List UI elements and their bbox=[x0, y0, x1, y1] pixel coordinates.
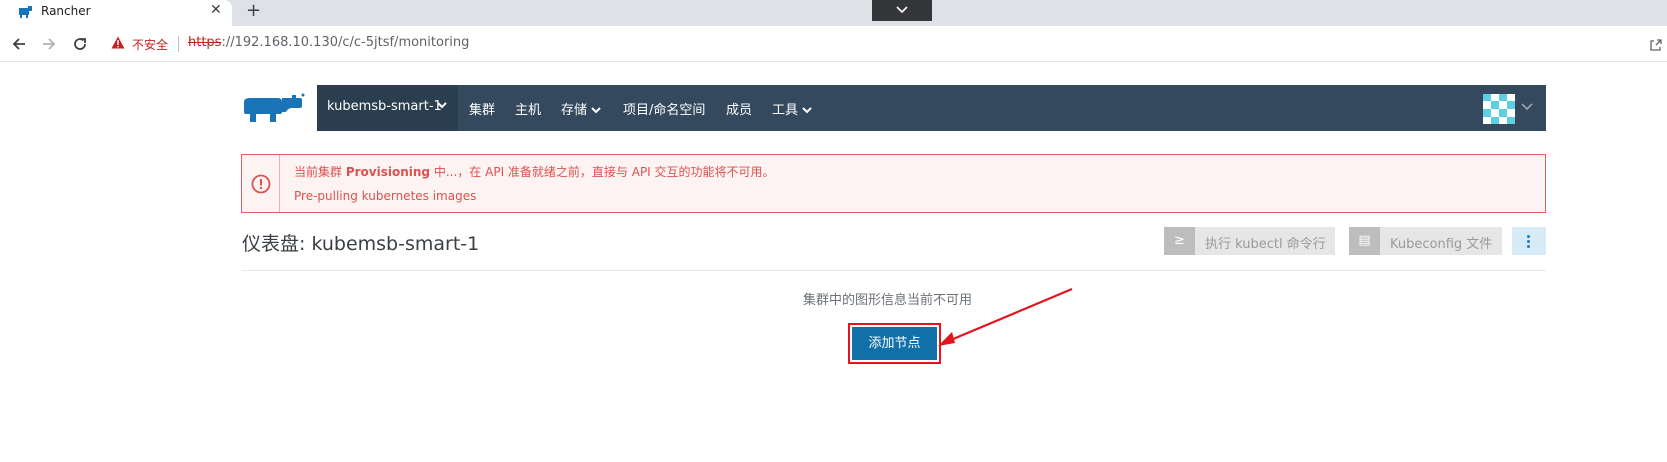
nav-storage[interactable]: 存储 bbox=[561, 99, 601, 118]
rancher-header: kubemsb-smart-1 集群 主机 存储 项目/命名空间 成员 工具 bbox=[242, 85, 1546, 131]
url-text[interactable]: https://192.168.10.130/c/c-5jtsf/monitor… bbox=[188, 35, 469, 50]
chevron-down-icon bbox=[896, 6, 908, 14]
close-tab-icon[interactable]: ✕ bbox=[210, 2, 222, 18]
more-actions-button[interactable] bbox=[1512, 227, 1546, 255]
browser-toolbar: 不安全 https://192.168.10.130/c/c-5jtsf/mon… bbox=[0, 26, 1667, 62]
new-tab-icon[interactable]: + bbox=[246, 0, 261, 21]
forward-icon[interactable] bbox=[40, 35, 58, 53]
rancher-favicon-icon bbox=[19, 6, 32, 18]
back-icon[interactable] bbox=[10, 35, 28, 53]
alert-message: 当前集群 Provisioning 中...，在 API 准备就绪之前，直接与 … bbox=[294, 163, 775, 180]
alert-prefix: 当前集群 bbox=[294, 165, 343, 179]
user-avatar-icon[interactable] bbox=[1483, 94, 1515, 124]
nav-tools[interactable]: 工具 bbox=[772, 99, 812, 118]
nav-cluster[interactable]: 集群 bbox=[469, 99, 495, 118]
rancher-logo-icon bbox=[244, 93, 305, 122]
page-title: 仪表盘: kubemsb-smart-1 bbox=[242, 233, 480, 255]
info-circle-icon bbox=[251, 174, 271, 194]
chevron-down-icon bbox=[802, 107, 812, 114]
nav-projects-namespaces[interactable]: 项目/命名空间 bbox=[623, 99, 705, 118]
tab-title: Rancher bbox=[41, 4, 91, 18]
more-dot-icon bbox=[1527, 245, 1530, 248]
browser-tab-bar: Rancher ✕ + bbox=[0, 0, 1667, 26]
highlight-box: 添加节点 bbox=[848, 323, 941, 364]
header-divider bbox=[242, 270, 1546, 271]
nav-nodes[interactable]: 主机 bbox=[515, 99, 541, 118]
terminal-icon: ≥ bbox=[1164, 227, 1195, 255]
cluster-name: kubemsb-smart-1 bbox=[327, 99, 442, 114]
tab-search-button[interactable] bbox=[872, 0, 932, 21]
kubeconfig-file-button[interactable]: ▤ Kubeconfig 文件 bbox=[1349, 227, 1502, 255]
nav-tools-label: 工具 bbox=[772, 103, 799, 118]
alert-detail: Pre-pulling kubernetes images bbox=[294, 189, 477, 203]
url-scheme: https bbox=[188, 35, 222, 50]
chevron-down-icon[interactable] bbox=[1521, 103, 1533, 111]
alert-suffix: 中...，在 API 准备就绪之前，直接与 API 交互的功能将不可用。 bbox=[433, 165, 775, 179]
share-icon[interactable] bbox=[1649, 38, 1663, 52]
kubectl-shell-label: 执行 kubectl 命令行 bbox=[1205, 237, 1326, 252]
chevron-down-icon bbox=[591, 107, 601, 114]
browser-tab[interactable]: Rancher ✕ bbox=[0, 0, 232, 26]
reload-icon[interactable] bbox=[71, 35, 89, 53]
url-path: ://192.168.10.130/c/c-5jtsf/monitoring bbox=[221, 35, 470, 50]
address-bar[interactable]: 不安全 https://192.168.10.130/c/c-5jtsf/mon… bbox=[100, 30, 1663, 58]
more-dot-icon bbox=[1527, 240, 1530, 243]
add-node-button[interactable]: 添加节点 bbox=[852, 327, 937, 360]
nav-storage-label: 存储 bbox=[561, 103, 588, 118]
file-icon: ▤ bbox=[1349, 227, 1380, 255]
warning-icon[interactable] bbox=[111, 36, 125, 49]
chevron-down-icon bbox=[437, 102, 447, 109]
url-divider bbox=[178, 36, 179, 52]
not-secure-label[interactable]: 不安全 bbox=[132, 36, 168, 53]
nav-members[interactable]: 成员 bbox=[726, 99, 752, 118]
provisioning-alert: 当前集群 Provisioning 中...，在 API 准备就绪之前，直接与 … bbox=[241, 154, 1546, 213]
more-dot-icon bbox=[1527, 235, 1530, 238]
annotation-arrow bbox=[938, 287, 1073, 346]
rancher-logo[interactable] bbox=[242, 85, 317, 131]
cluster-switcher[interactable]: kubemsb-smart-1 bbox=[317, 85, 458, 131]
kubeconfig-file-label: Kubeconfig 文件 bbox=[1390, 237, 1493, 252]
kubectl-shell-button[interactable]: ≥ 执行 kubectl 命令行 bbox=[1164, 227, 1335, 255]
alert-state: Provisioning bbox=[345, 165, 431, 179]
alert-icon-box bbox=[242, 155, 280, 212]
